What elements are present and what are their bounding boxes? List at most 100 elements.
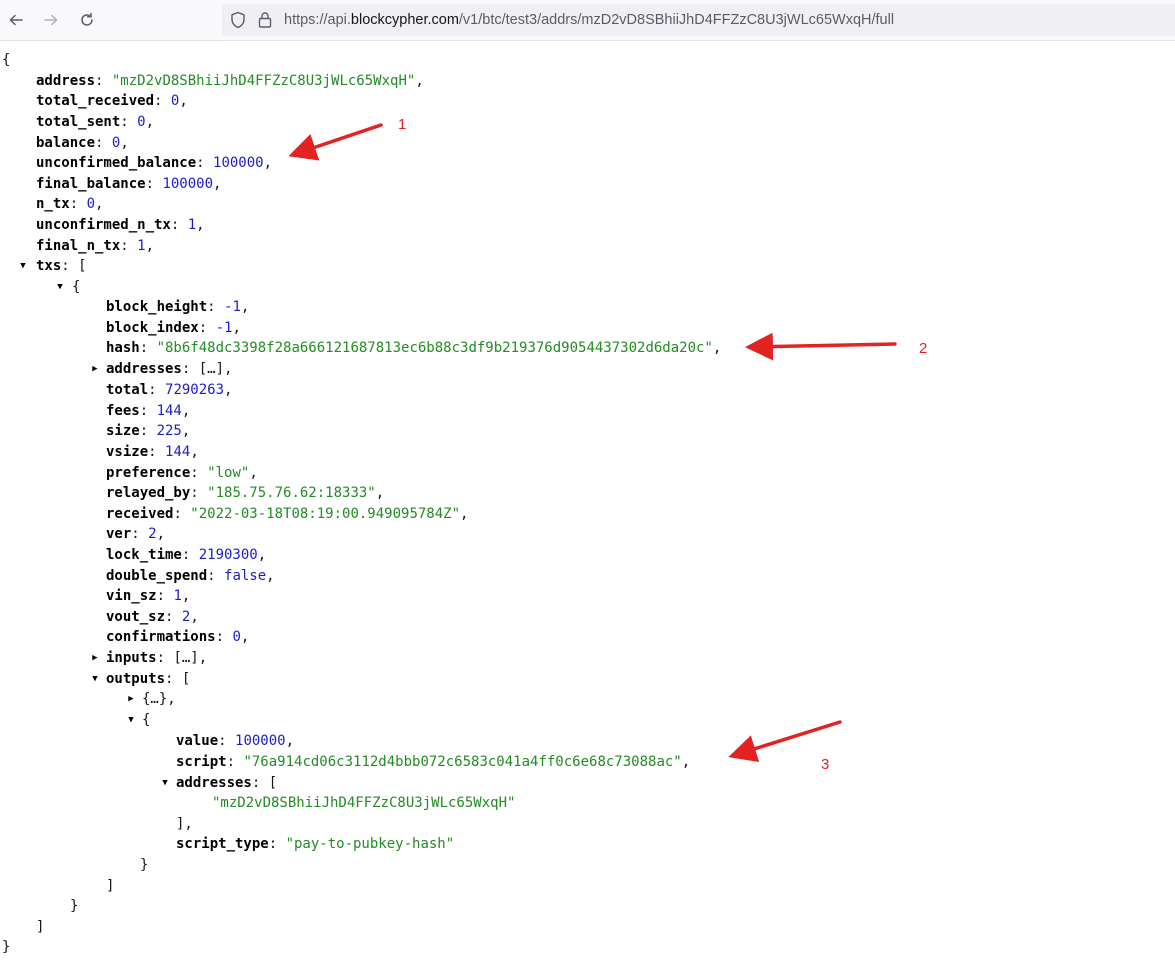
- json-row: vin_sz: 1,: [106, 588, 191, 604]
- json-key: vin_sz: [106, 588, 157, 604]
- json-key: addresses: [106, 361, 182, 377]
- json-value: 1: [137, 238, 146, 254]
- json-value: "8b6f48dc3398f28a666121687813ec6b88c3df9…: [156, 340, 713, 356]
- json-value: -1: [215, 320, 233, 336]
- json-value: 0: [137, 114, 146, 130]
- arrow-3: [728, 720, 842, 763]
- json-key: address: [36, 73, 96, 89]
- root-open-brace: {: [2, 52, 11, 68]
- json-value: 144: [156, 403, 182, 419]
- lock-icon[interactable]: [258, 11, 272, 34]
- json-row: unconfirmed_balance: 100000,: [36, 155, 273, 171]
- json-key: outputs: [106, 671, 166, 687]
- json-value: 2: [181, 609, 191, 625]
- json-value: 0: [232, 629, 241, 645]
- back-arrow-icon[interactable]: [4, 8, 28, 32]
- tx-close-brace: }: [70, 898, 79, 914]
- json-row: total: 7290263,: [106, 382, 233, 398]
- url-domain: blockcypher.com: [350, 12, 459, 28]
- reload-icon[interactable]: [75, 8, 99, 32]
- json-key: final_balance: [36, 176, 146, 192]
- json-key: preference: [106, 465, 191, 481]
- json-key: final_n_tx: [36, 238, 121, 254]
- address-bar[interactable]: https://api.blockcypher.com/v1/btc/test3…: [222, 4, 1175, 36]
- url-prefix: https://api.: [284, 12, 351, 28]
- expand-toggle-output-0[interactable]: ▶: [126, 689, 136, 709]
- json-row: final_balance: 100000,: [36, 176, 222, 192]
- json-row: size: 225,: [106, 423, 191, 439]
- json-key: fees: [106, 403, 140, 419]
- expand-toggle-txs[interactable]: ▼: [18, 256, 28, 276]
- json-value: 225: [156, 423, 182, 439]
- json-row: {…},: [142, 691, 176, 707]
- json-row: vsize: 144,: [106, 444, 199, 460]
- arrow-1: [288, 123, 383, 161]
- json-value: "pay-to-pubkey-hash": [285, 836, 455, 852]
- outputs-close-bracket: ]: [106, 878, 115, 894]
- expand-toggle-output-1[interactable]: ▼: [126, 710, 136, 730]
- expand-toggle-inputs[interactable]: ▶: [90, 648, 100, 668]
- json-value: "2022-03-18T08:19:00.949095784Z": [190, 506, 461, 522]
- json-row: inputs: […],: [106, 650, 208, 666]
- json-row: addresses: […],: [106, 361, 233, 377]
- root-close-brace: }: [2, 939, 11, 955]
- json-row: outputs: [: [106, 671, 191, 687]
- json-row: relayed_by: "185.75.76.62:18333",: [106, 485, 385, 501]
- json-key: block_index: [106, 320, 199, 336]
- expand-toggle-outputs[interactable]: ▼: [90, 669, 100, 689]
- json-row: final_n_tx: 1,: [36, 238, 155, 254]
- json-key: vsize: [106, 444, 149, 460]
- json-value: 100000: [213, 155, 264, 171]
- json-value: "low": [207, 465, 250, 481]
- url-text[interactable]: https://api.blockcypher.com/v1/btc/test3…: [284, 11, 894, 29]
- json-key: balance: [36, 135, 96, 151]
- json-row: lock_time: 2190300,: [106, 547, 267, 563]
- tx-open-brace: {: [72, 279, 81, 295]
- json-row: address: "mzD2vD8SBhiiJhD4FFZzC8U3jWLc65…: [36, 73, 424, 89]
- json-key: vout_sz: [106, 609, 166, 625]
- forward-arrow-icon[interactable]: [39, 8, 63, 32]
- annotation-label-3: 3: [821, 756, 830, 773]
- json-value: 2190300: [198, 547, 258, 563]
- json-row: total_sent: 0,: [36, 114, 155, 130]
- json-row: n_tx: 0,: [36, 196, 104, 212]
- json-key: block_height: [106, 299, 208, 315]
- url-path: /v1/btc/test3/addrs/mzD2vD8SBhiiJhD4FFZz…: [458, 12, 895, 28]
- expand-toggle-output-addresses[interactable]: ▼: [160, 773, 170, 793]
- json-value: 0: [170, 93, 180, 109]
- json-key: script_type: [176, 836, 269, 852]
- json-row: block_height: -1,: [106, 299, 250, 315]
- json-key: value: [176, 733, 219, 749]
- expand-toggle-addresses[interactable]: ▶: [90, 359, 100, 379]
- browser-toolbar: https://api.blockcypher.com/v1/btc/test3…: [0, 0, 1175, 41]
- json-key: unconfirmed_n_tx: [36, 217, 171, 233]
- json-key: unconfirmed_balance: [36, 155, 197, 171]
- output-close-brace: }: [140, 857, 149, 873]
- collapsed-object[interactable]: {…}: [142, 691, 167, 707]
- json-value: -1: [224, 299, 241, 315]
- json-key: received: [106, 506, 174, 522]
- json-key: size: [106, 423, 140, 439]
- json-row: received: "2022-03-18T08:19:00.949095784…: [106, 506, 469, 522]
- json-row: addresses: [: [176, 775, 278, 791]
- json-row: hash: "8b6f48dc3398f28a666121687813ec6b8…: [106, 340, 722, 356]
- json-key: ver: [106, 526, 132, 542]
- json-key: relayed_by: [106, 485, 191, 501]
- annotation-label-1: 1: [398, 116, 407, 133]
- json-value: "mzD2vD8SBhiiJhD4FFZzC8U3jWLc65WxqH": [212, 795, 516, 811]
- json-key: txs: [36, 258, 62, 274]
- json-key: confirmations: [106, 629, 216, 645]
- json-key: total_received: [36, 93, 155, 109]
- json-row: preference: "low",: [106, 465, 258, 481]
- expand-toggle-tx-object[interactable]: ▼: [55, 277, 65, 297]
- shield-icon[interactable]: [230, 11, 246, 34]
- annotation-label-2: 2: [919, 340, 928, 357]
- collapsed-array[interactable]: […]: [199, 361, 224, 377]
- json-row: block_index: -1,: [106, 320, 241, 336]
- collapsed-array[interactable]: […]: [173, 650, 198, 666]
- json-key: total_sent: [36, 114, 121, 130]
- json-key: lock_time: [106, 547, 182, 563]
- json-value: false: [224, 568, 267, 584]
- json-value: 7290263: [165, 382, 225, 398]
- json-value: 144: [165, 444, 191, 460]
